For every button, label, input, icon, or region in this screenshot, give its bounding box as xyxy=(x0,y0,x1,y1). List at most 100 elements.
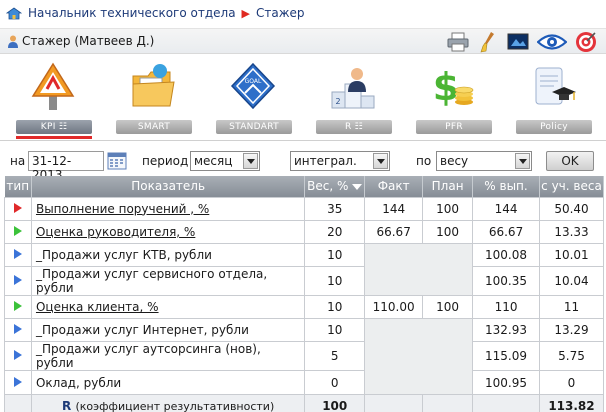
period-select[interactable]: месяц xyxy=(190,151,260,171)
type-cell[interactable] xyxy=(4,266,32,297)
indicator-cell: Оценка клиента, % xyxy=(30,295,306,320)
type-cell[interactable] xyxy=(4,318,32,343)
home-icon[interactable] xyxy=(6,7,22,20)
table-row: Оценка клиента, % 10 110.00 100 110 11 xyxy=(4,295,605,320)
breadcrumb-current: Стажер xyxy=(256,6,305,20)
header-fact[interactable]: Факт xyxy=(364,176,424,197)
calendar-icon[interactable] xyxy=(107,152,127,170)
weight-cell: 10 xyxy=(304,242,366,268)
breadcrumb-parent[interactable]: Начальник технического отдела xyxy=(28,6,236,20)
date-input[interactable]: 31-12-2013 xyxy=(28,151,104,182)
total-row: R (коэффициент результативности) 100 113.8… xyxy=(4,393,605,412)
table-row: Оценка руководителя, % 20 66.67 100 66.67 13.… xyxy=(4,219,605,244)
weight-cell: 5 xyxy=(304,341,366,372)
red-triangle-icon[interactable] xyxy=(13,202,22,213)
plan-cell: 100 xyxy=(422,219,474,244)
brush-icon[interactable] xyxy=(476,31,500,53)
target-icon[interactable] xyxy=(574,31,598,53)
goal-sign-icon: GOAL xyxy=(230,62,276,110)
blue-triangle-icon[interactable] xyxy=(13,350,22,361)
ok-button[interactable]: OK xyxy=(546,151,594,171)
green-triangle-icon[interactable] xyxy=(13,301,22,312)
table-row: _Продажи услуг КТВ, рубли 10 100.08 10.01 xyxy=(4,242,605,297)
user-name: Стажер (Матвеев Д.) xyxy=(22,34,155,48)
pct-cell: 100.35 xyxy=(472,266,540,297)
svg-text:2: 2 xyxy=(335,97,340,106)
module-policy-label: Policy xyxy=(516,120,592,134)
breadcrumb-separator-icon: ▶ xyxy=(241,6,251,20)
weight-cell: 10 xyxy=(304,318,366,343)
blue-triangle-icon[interactable] xyxy=(13,324,22,335)
weighted-cell: 11 xyxy=(538,295,605,320)
indicator-cell: Оклад, рубли xyxy=(30,370,306,395)
table-header: тип Показатель Вес, % Факт План % вып. с… xyxy=(4,176,605,197)
weight-cell: 20 xyxy=(304,219,366,244)
by-select[interactable]: весу xyxy=(436,151,532,171)
header-weight[interactable]: Вес, % xyxy=(304,176,366,197)
weighted-cell: 5.75 xyxy=(538,341,605,372)
type-cell[interactable] xyxy=(4,341,32,372)
green-triangle-icon[interactable] xyxy=(13,225,22,236)
module-kpi-label: KPI ☷ xyxy=(16,120,92,134)
podium-person-icon: 2 xyxy=(331,68,375,109)
pct-cell: 144 xyxy=(472,196,540,221)
mode-select[interactable]: интеграл. xyxy=(290,151,390,171)
table-row: _Продажи услуг сервисного отдела, рубли 1… xyxy=(4,266,605,297)
blue-triangle-icon[interactable] xyxy=(13,376,22,387)
module-r[interactable]: 2 R ☷ xyxy=(316,58,392,138)
indicator-link[interactable]: Оценка клиента, % xyxy=(36,300,159,314)
weighted-cell: 10.04 xyxy=(538,266,605,297)
indicator-cell: Выполнение поручений , % xyxy=(30,196,306,221)
table-row: _Продажи услуг аутсорсинга (нов), рубли 5… xyxy=(4,341,605,372)
pct-cell: 100.08 xyxy=(472,242,540,268)
indicator-cell: _Продажи услуг сервисного отдела, рубли xyxy=(30,266,306,297)
total-weighted: 113.82 xyxy=(538,393,605,412)
total-fact xyxy=(364,393,424,412)
type-cell[interactable] xyxy=(4,196,32,221)
user-icon xyxy=(8,35,18,48)
total-weight: 100 xyxy=(304,393,366,412)
fact-cell: 110.00 xyxy=(364,295,424,320)
blue-triangle-icon[interactable] xyxy=(13,275,22,286)
dollar-coins-icon: $ xyxy=(433,65,474,109)
header-plan[interactable]: План xyxy=(422,176,474,197)
chevron-down-icon xyxy=(243,153,258,169)
date-label: на xyxy=(10,154,26,168)
indicator-link[interactable]: Выполнение поручений , % xyxy=(36,202,209,216)
pct-cell: 100.95 xyxy=(472,370,540,395)
weight-cell: 10 xyxy=(304,295,366,320)
type-cell[interactable] xyxy=(4,295,32,320)
module-smart[interactable]: SMART xyxy=(116,58,192,138)
pct-cell: 110 xyxy=(472,295,540,320)
scroll-graduation-icon xyxy=(535,67,576,105)
total-pct xyxy=(472,393,540,412)
type-cell[interactable] xyxy=(4,242,32,268)
breadcrumb: Начальник технического отдела ▶ Стажер xyxy=(6,4,305,22)
indicator-name: _Продажи услуг Интернет, рубли xyxy=(35,323,249,338)
blue-triangle-icon[interactable] xyxy=(13,248,22,259)
weighted-cell: 10.01 xyxy=(538,242,605,268)
indicator-name: Оклад, рубли xyxy=(35,375,122,390)
period-value: месяц xyxy=(194,154,233,168)
divider xyxy=(0,140,606,141)
header-weighted[interactable]: с уч. веса xyxy=(539,176,605,197)
user-bar: Стажер (Матвеев Д.) xyxy=(0,28,606,54)
header-pct[interactable]: % вып. xyxy=(472,176,540,197)
header-indicator[interactable]: Показатель xyxy=(31,176,306,197)
module-standart-label: STANDART xyxy=(216,120,292,134)
indicator-cell: _Продажи услуг КТВ, рубли xyxy=(30,242,306,268)
indicator-cell: _Продажи услуг Интернет, рубли xyxy=(30,318,306,343)
mode-value: интеграл. xyxy=(294,154,357,168)
screen-icon[interactable] xyxy=(506,31,530,53)
eye-icon[interactable] xyxy=(536,31,568,53)
module-kpi[interactable]: KPI ☷ xyxy=(16,58,92,139)
indicator-link[interactable]: Оценка руководителя, % xyxy=(36,225,195,239)
module-policy[interactable]: Policy xyxy=(516,58,592,138)
weighted-cell: 0 xyxy=(538,370,605,395)
module-pfr[interactable]: $ PFR xyxy=(416,58,492,138)
module-standart[interactable]: GOAL STANDART xyxy=(216,58,292,138)
type-cell[interactable] xyxy=(4,370,32,395)
printer-icon[interactable] xyxy=(446,31,470,53)
type-cell[interactable] xyxy=(4,219,32,244)
weight-cell: 35 xyxy=(304,196,366,221)
